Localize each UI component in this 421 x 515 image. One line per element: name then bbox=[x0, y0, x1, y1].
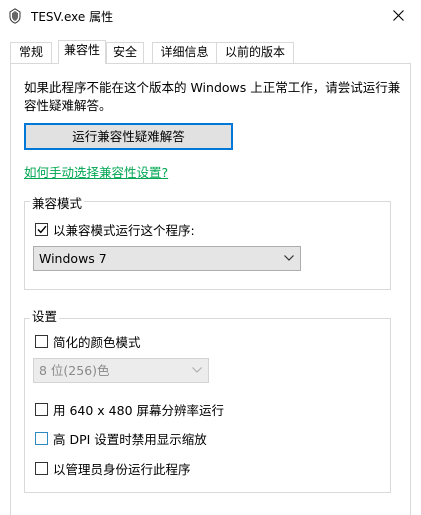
color-depth-select: 8 位(256)色 bbox=[33, 358, 209, 383]
run-compat-checkbox[interactable] bbox=[35, 223, 48, 236]
app-icon bbox=[9, 8, 21, 24]
resolution-label: 用 640 x 480 屏幕分辨率运行 bbox=[53, 403, 225, 418]
chevron-down-icon bbox=[192, 367, 202, 373]
admin-checkbox-row[interactable]: 以管理员身份运行此程序 bbox=[35, 459, 191, 478]
tab-previous-versions[interactable]: 以前的版本 bbox=[216, 42, 294, 63]
admin-checkbox[interactable] bbox=[35, 462, 48, 475]
manual-settings-link[interactable]: 如何手动选择兼容性设置? bbox=[24, 162, 168, 181]
tab-details[interactable]: 详细信息 bbox=[152, 42, 217, 63]
close-icon bbox=[392, 9, 404, 21]
dpi-label: 高 DPI 设置时禁用显示缩放 bbox=[53, 432, 207, 447]
tab-general[interactable]: 常规 bbox=[10, 42, 52, 63]
tab-compatibility[interactable]: 兼容性 bbox=[58, 40, 106, 64]
reduced-color-label: 简化的颜色模式 bbox=[53, 335, 141, 350]
resolution-checkbox[interactable] bbox=[35, 403, 48, 416]
close-button[interactable] bbox=[375, 0, 421, 30]
description-text: 如果此程序不能在这个版本的 Windows 上正常工作，请尝试运行兼容性疑难解答… bbox=[24, 80, 401, 113]
dpi-checkbox-row[interactable]: 高 DPI 设置时禁用显示缩放 bbox=[35, 429, 207, 448]
os-version-select[interactable]: Windows 7 bbox=[33, 246, 301, 271]
tab-strip: 常规 兼容性 安全 详细信息 以前的版本 bbox=[10, 40, 411, 64]
run-troubleshooter-button[interactable]: 运行兼容性疑难解答 bbox=[24, 123, 233, 150]
color-depth-value: 8 位(256)色 bbox=[39, 363, 110, 378]
run-compat-checkbox-row[interactable]: 以兼容模式运行这个程序: bbox=[35, 220, 195, 239]
title-bar: TESV.exe 属性 bbox=[0, 0, 421, 32]
chevron-down-icon bbox=[284, 255, 294, 261]
reduced-color-checkbox-row[interactable]: 简化的颜色模式 bbox=[35, 332, 141, 351]
run-compat-label: 以兼容模式运行这个程序: bbox=[53, 223, 195, 238]
os-version-value: Windows 7 bbox=[39, 251, 107, 266]
dpi-checkbox[interactable] bbox=[35, 432, 48, 445]
admin-label: 以管理员身份运行此程序 bbox=[53, 462, 191, 477]
compat-mode-title: 兼容模式 bbox=[30, 193, 85, 212]
reduced-color-checkbox[interactable] bbox=[35, 335, 48, 348]
resolution-checkbox-row[interactable]: 用 640 x 480 屏幕分辨率运行 bbox=[35, 400, 224, 419]
checkmark-icon bbox=[37, 225, 47, 234]
settings-title: 设置 bbox=[30, 306, 60, 325]
window-title: TESV.exe 属性 bbox=[31, 10, 114, 24]
tab-security[interactable]: 安全 bbox=[106, 42, 144, 63]
